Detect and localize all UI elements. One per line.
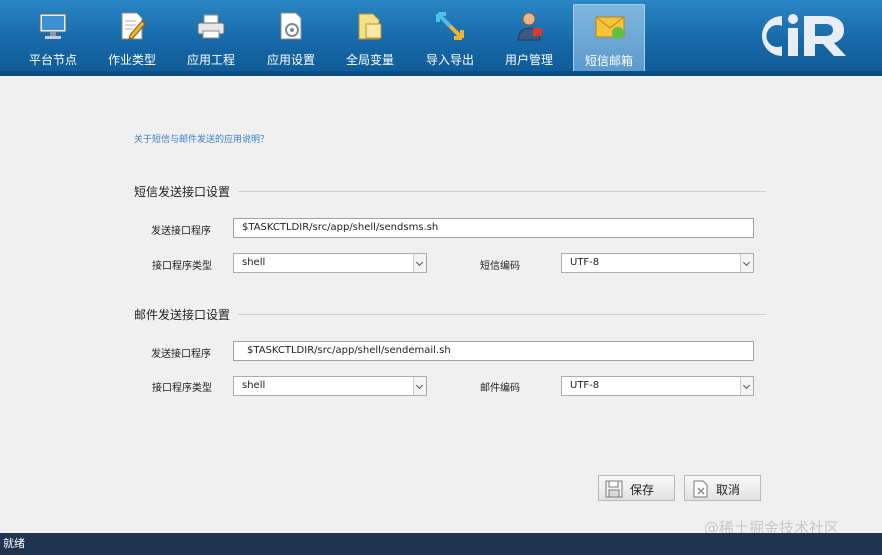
mail-encoding-value: UTF-8 bbox=[570, 380, 600, 391]
toolbar-item-user-management[interactable]: 用户管理 bbox=[493, 4, 565, 72]
chevron-down-icon[interactable] bbox=[740, 377, 753, 395]
save-button[interactable]: 保存 bbox=[598, 475, 675, 501]
cancel-document-icon bbox=[693, 480, 708, 498]
sms-type-select[interactable]: shell bbox=[233, 253, 427, 273]
status-text: 就绪 bbox=[3, 537, 25, 550]
toolbar-item-label: 应用设置 bbox=[266, 53, 315, 67]
mail-encoding-select[interactable]: UTF-8 bbox=[561, 376, 754, 396]
mail-program-label: 发送接口程序 bbox=[151, 349, 211, 360]
toolbar-item-import-export[interactable]: 导入导出 bbox=[414, 4, 486, 72]
user-manager-icon bbox=[517, 12, 542, 41]
toolbar-item-label: 全局变量 bbox=[345, 53, 394, 67]
sms-type-value: shell bbox=[242, 257, 266, 268]
help-link[interactable]: 关于短信与邮件发送的应用说明？ bbox=[134, 132, 269, 145]
chevron-down-icon[interactable] bbox=[413, 377, 426, 395]
sms-type-label: 接口程序类型 bbox=[152, 261, 212, 272]
mail-type-label: 接口程序类型 bbox=[152, 383, 212, 394]
toolbar-item-label: 作业类型 bbox=[107, 53, 156, 67]
toolbar-item-job-types[interactable]: 作业类型 bbox=[96, 4, 168, 72]
sms-program-label: 发送接口程序 bbox=[151, 226, 211, 237]
status-bar: 就绪 bbox=[0, 533, 882, 555]
toolbar-item-label: 平台节点 bbox=[28, 53, 77, 67]
mail-type-select[interactable]: shell bbox=[233, 376, 427, 396]
toolbar-item-sms-mail[interactable]: 短信邮箱 bbox=[573, 4, 645, 72]
toolbar-item-app-projects[interactable]: 应用工程 bbox=[175, 4, 247, 72]
sms-encoding-value: UTF-8 bbox=[570, 257, 600, 268]
toolbar-item-label: 用户管理 bbox=[504, 53, 553, 67]
toolbar-item-label: 应用工程 bbox=[186, 53, 235, 67]
cir-logo bbox=[762, 14, 846, 56]
edit-document-icon bbox=[121, 12, 146, 40]
toolbar-item-label: 导入导出 bbox=[425, 53, 474, 67]
import-export-arrows-icon bbox=[436, 12, 464, 40]
cancel-button-label: 取消 bbox=[716, 483, 741, 497]
envelope-icon bbox=[595, 16, 625, 39]
sms-program-input[interactable]: $TASKCTLDIR/src/app/shell/sendsms.sh bbox=[233, 218, 754, 238]
save-button-label: 保存 bbox=[630, 483, 655, 497]
main-toolbar: 平台节点 作业类型 应用工程 应用设置 全局变量 导入导出 用户管理 短信邮箱 bbox=[0, 0, 882, 76]
toolbar-item-global-vars[interactable]: 全局变量 bbox=[334, 4, 406, 72]
mail-encoding-label: 邮件编码 bbox=[480, 383, 520, 394]
mail-program-input[interactable]: $TASKCTLDIR/src/app/shell/sendemail.sh bbox=[233, 341, 754, 361]
printer-icon bbox=[197, 14, 225, 39]
mail-section-divider bbox=[238, 314, 766, 315]
mail-section-title: 邮件发送接口设置 bbox=[134, 308, 231, 322]
toolbar-item-label: 短信邮箱 bbox=[584, 54, 633, 68]
save-icon bbox=[605, 480, 623, 498]
folder-document-icon bbox=[358, 13, 382, 40]
sms-section-title: 短信发送接口设置 bbox=[134, 185, 231, 199]
mail-type-value: shell bbox=[242, 380, 266, 391]
chevron-down-icon[interactable] bbox=[413, 254, 426, 272]
toolbar-item-platform-nodes[interactable]: 平台节点 bbox=[17, 4, 89, 72]
cancel-button[interactable]: 取消 bbox=[684, 475, 761, 501]
computer-icon bbox=[39, 13, 67, 39]
settings-document-icon bbox=[280, 12, 302, 40]
chevron-down-icon[interactable] bbox=[740, 254, 753, 272]
toolbar-item-app-settings[interactable]: 应用设置 bbox=[255, 4, 327, 72]
sms-encoding-label: 短信编码 bbox=[480, 261, 520, 272]
sms-encoding-select[interactable]: UTF-8 bbox=[561, 253, 754, 273]
sms-section-divider bbox=[238, 191, 766, 192]
